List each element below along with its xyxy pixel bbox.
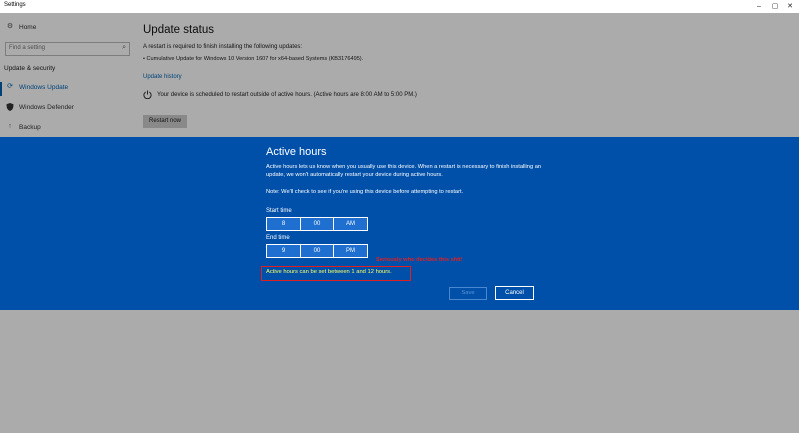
title-bar: Settings – ▢ ✕ — [0, 0, 799, 13]
dialog-title: Active hours — [266, 146, 327, 158]
start-time-picker[interactable]: 8 00 AM — [266, 217, 368, 231]
dialog-note: Note: We'll check to see if you're using… — [266, 189, 464, 195]
maximize-icon[interactable]: ▢ — [768, 1, 782, 12]
start-period[interactable]: AM — [334, 218, 367, 230]
save-button[interactable]: Save — [449, 287, 487, 300]
start-minute[interactable]: 00 — [301, 218, 333, 230]
end-period[interactable]: PM — [334, 245, 367, 257]
start-hour[interactable]: 8 — [267, 218, 300, 230]
dialog-description: Active hours lets us know when you usual… — [266, 164, 542, 178]
annotation-text: Seriously who decides this shit! — [376, 257, 463, 263]
start-time-label: Start time — [266, 208, 292, 214]
dim-overlay-top — [0, 13, 799, 137]
end-hour[interactable]: 9 — [267, 245, 300, 257]
validation-message: Active hours can be set between 1 and 12… — [266, 269, 392, 275]
cancel-button[interactable]: Cancel — [495, 286, 534, 300]
window-title: Settings — [4, 2, 26, 8]
minimize-icon[interactable]: – — [752, 1, 766, 12]
active-hours-dialog: Active hours Active hours lets us know w… — [0, 137, 799, 310]
end-minute[interactable]: 00 — [301, 245, 333, 257]
end-time-label: End time — [266, 235, 290, 241]
end-time-picker[interactable]: 9 00 PM — [266, 244, 368, 258]
dim-overlay-bottom — [0, 310, 799, 433]
close-icon[interactable]: ✕ — [783, 1, 797, 12]
